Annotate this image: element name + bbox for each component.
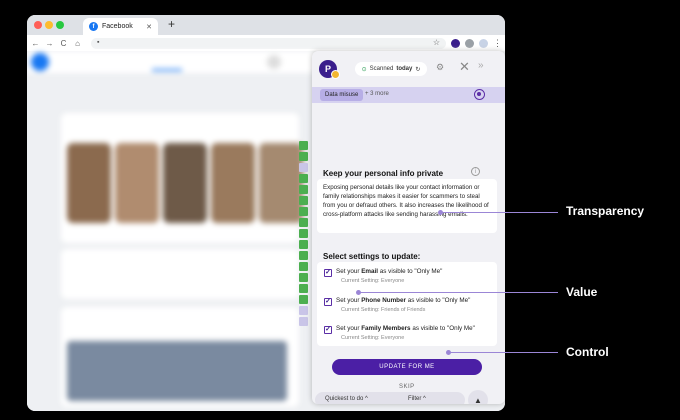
story-card — [163, 143, 207, 223]
close-window-button[interactable] — [34, 21, 42, 29]
setting-label: Set your Phone Number as visible to "Onl… — [336, 297, 471, 304]
browser-window: f Facebook ✕ + ← → C ⌂ ▪ ☆ ⋮ P ⊙ Scanned… — [27, 15, 505, 411]
story-card — [115, 143, 159, 223]
new-tab-button[interactable]: + — [168, 17, 175, 31]
close-tab-icon[interactable]: ✕ — [146, 23, 152, 31]
scan-status-badge: ⊙ Scanned today ↻ — [355, 62, 427, 76]
filter-chip-data-misuse[interactable]: Data misuse — [320, 89, 364, 101]
annotation-value: Value — [566, 285, 598, 299]
address-bar[interactable]: ▪ ☆ — [91, 37, 446, 49]
browser-toolbar: ← → C ⌂ ▪ ☆ ⋮ — [27, 35, 505, 51]
settings-title: Select settings to update: — [323, 252, 421, 261]
annotation-line — [358, 292, 558, 293]
settings-list: ✓ Set your Email as visible to "Only Me"… — [317, 262, 497, 346]
forward-icon[interactable]: → — [44, 39, 55, 48]
story-card — [211, 143, 255, 223]
puzzle-icon[interactable] — [465, 38, 474, 48]
facebook-icon: f — [89, 22, 98, 31]
annotation-control: Control — [566, 345, 609, 359]
maximize-window-button[interactable] — [56, 21, 64, 29]
current-setting: Current Setting: Everyone — [341, 335, 405, 341]
settings-icon[interactable]: ⚙ — [436, 62, 444, 73]
update-for-me-button[interactable]: UPDATE FOR ME — [332, 359, 482, 375]
target-icon[interactable] — [474, 89, 485, 100]
tab-title: Facebook — [102, 23, 133, 30]
annotation-line — [440, 212, 558, 213]
reload-icon[interactable]: C — [58, 39, 69, 48]
back-icon[interactable]: ← — [30, 39, 41, 48]
browser-menu-icon[interactable]: ⋮ — [493, 38, 502, 49]
sort-quickest-button[interactable]: Quickest to do ^ — [325, 396, 368, 402]
story-card — [259, 143, 303, 223]
description-box: Exposing personal details like your cont… — [317, 179, 497, 233]
current-setting: Current Setting: Friends of Friends — [341, 307, 426, 313]
scan-status-prefix: Scanned — [369, 66, 394, 72]
minimize-window-button[interactable] — [45, 21, 53, 29]
setting-label: Set your Family Members as visible to "O… — [336, 325, 475, 332]
tab-facebook[interactable]: f Facebook ✕ — [83, 18, 158, 35]
check-icon: ⊙ — [361, 66, 367, 73]
rescan-icon[interactable]: ↻ — [415, 66, 420, 73]
checkbox[interactable]: ✓ — [324, 269, 332, 277]
home-icon[interactable]: ⌂ — [72, 39, 83, 48]
info-icon[interactable]: i — [471, 167, 480, 176]
checkbox[interactable]: ✓ — [324, 326, 332, 334]
collapse-panel-button[interactable]: » — [478, 60, 484, 71]
filter-more-link[interactable]: + 3 more — [365, 91, 389, 97]
extension-icon[interactable] — [451, 38, 460, 48]
annotation-transparency: Transparency — [566, 204, 645, 218]
section-heading: Keep your personal info private — [323, 169, 444, 178]
annotation-line — [448, 352, 558, 353]
bottom-bar: Quickest to do ^ Filter ^ — [315, 392, 465, 404]
skip-button[interactable]: SKIP — [399, 384, 415, 390]
checkbox[interactable]: ✓ — [324, 298, 332, 306]
story-card — [67, 143, 111, 223]
lock-icon: ▪ — [97, 38, 100, 46]
filter-bar: Data misuse + 3 more — [312, 87, 505, 103]
profile-avatar[interactable] — [479, 38, 488, 48]
filter-button[interactable]: Filter ^ — [408, 396, 426, 402]
tab-bar: f Facebook ✕ + — [27, 15, 505, 35]
scan-status-emph: today — [396, 66, 413, 72]
logo-badge — [331, 70, 340, 79]
bookmark-star-icon[interactable]: ☆ — [433, 38, 440, 47]
current-setting: Current Setting: Everyone — [341, 278, 405, 284]
setting-label: Set your Email as visible to "Only Me" — [336, 268, 443, 275]
scroll-up-button[interactable]: ▲ — [468, 390, 488, 404]
composer-card — [61, 249, 299, 299]
progress-checklist — [299, 141, 309, 328]
close-panel-button[interactable]: ✕ — [459, 59, 470, 75]
